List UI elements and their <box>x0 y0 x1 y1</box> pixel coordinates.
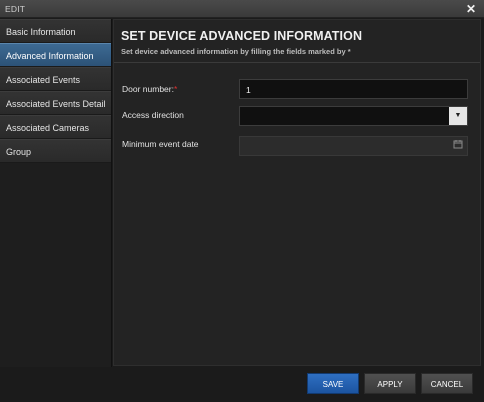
calendar-icon[interactable] <box>451 139 465 153</box>
dialog-footer: SAVE APPLY CANCEL <box>0 367 484 402</box>
header-divider <box>114 62 480 63</box>
sidebar-item-associated-events[interactable]: Associated Events <box>0 67 111 91</box>
access-direction-select[interactable]: ▼ <box>239 106 468 126</box>
required-mark: * <box>173 84 178 94</box>
sidebar-item-basic-information[interactable]: Basic Information <box>0 19 111 43</box>
page-subtitle: Set device advanced information by filli… <box>121 47 351 56</box>
access-direction-label: Access direction <box>122 110 184 120</box>
save-button[interactable]: SAVE <box>307 373 359 394</box>
window-title: EDIT <box>5 4 26 14</box>
main-panel: SET DEVICE ADVANCED INFORMATION Set devi… <box>113 19 481 366</box>
chevron-down-icon[interactable]: ▼ <box>449 107 467 125</box>
sidebar-item-associated-cameras[interactable]: Associated Cameras <box>0 115 111 139</box>
minimum-event-date-field[interactable] <box>239 136 468 156</box>
door-number-field[interactable]: 1 <box>239 79 468 99</box>
window-titlebar: EDIT ✕ <box>0 0 484 18</box>
sidebar-item-advanced-information[interactable]: Advanced Information <box>0 43 111 67</box>
door-number-label: Door number:* <box>122 84 177 94</box>
sidebar: Basic Information Advanced Information A… <box>0 19 112 383</box>
door-number-value: 1 <box>246 85 251 95</box>
cancel-button[interactable]: CANCEL <box>421 373 473 394</box>
sidebar-item-associated-events-detail[interactable]: Associated Events Detail <box>0 91 111 115</box>
apply-button[interactable]: APPLY <box>364 373 416 394</box>
close-icon[interactable]: ✕ <box>466 2 476 16</box>
sidebar-item-group[interactable]: Group <box>0 139 111 163</box>
door-number-label-text: Door number: <box>122 84 174 94</box>
page-title: SET DEVICE ADVANCED INFORMATION <box>121 29 363 43</box>
minimum-event-date-label: Minimum event date <box>122 139 199 149</box>
